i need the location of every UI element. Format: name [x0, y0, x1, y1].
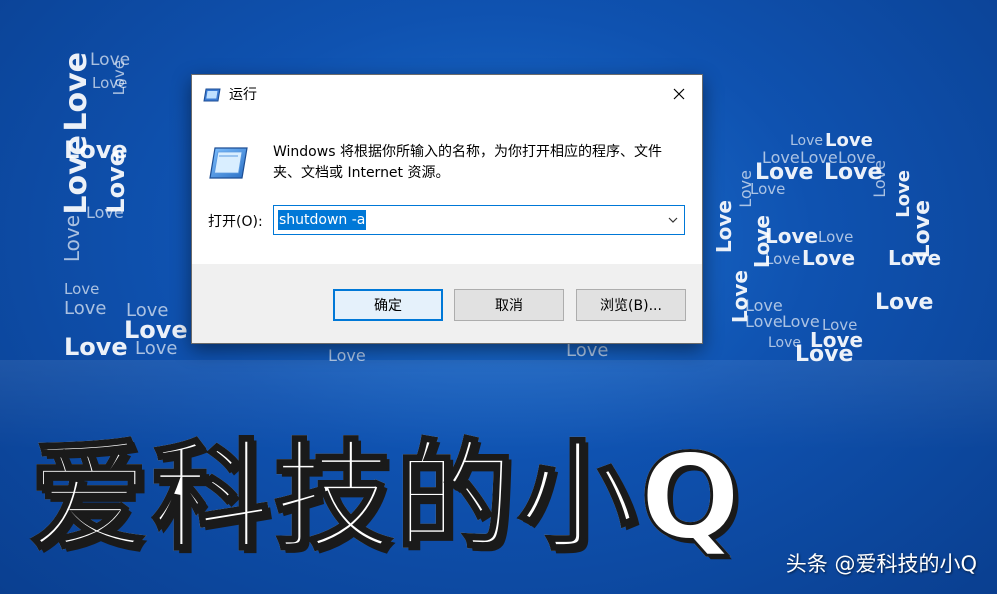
bg-love-word: Love [566, 340, 609, 361]
bg-love-word: Love [768, 335, 802, 351]
bg-love-word: Love [64, 280, 100, 298]
overlay-title-char: 小 [517, 428, 641, 566]
dialog-description: Windows 将根据你所输入的名称，为你打开相应的程序、文件夹、文档或 Int… [273, 144, 662, 181]
cancel-button[interactable]: 取消 [454, 289, 564, 321]
bg-love-word: Love [64, 333, 128, 361]
overlay-title-char: 爱 [28, 428, 153, 566]
bg-love-word: Love [870, 160, 889, 198]
bg-love-word: Love [802, 246, 856, 270]
bg-love-word: Love [736, 170, 755, 208]
run-app-icon [203, 87, 221, 101]
bg-love-word: Love [875, 290, 934, 315]
bg-love-word: Love [765, 224, 819, 248]
bg-love-word: Love [765, 250, 801, 268]
overlay-title-char: 科 [151, 428, 275, 566]
bg-love-word: Love [328, 346, 366, 365]
browse-button[interactable]: 浏览(B)... [576, 289, 686, 321]
title-bar[interactable]: 运行 [192, 75, 702, 112]
open-input[interactable]: shutdown -a [278, 210, 367, 230]
bg-love-word: Love [818, 228, 854, 246]
bg-love-word: Love [795, 342, 854, 367]
run-dialog: 运行 Windows 将根据你所输入的名称，为你打开相应的程序、文件夹、文档或 [191, 74, 703, 344]
run-icon [208, 146, 248, 180]
dialog-title: 运行 [229, 86, 257, 103]
bg-love-word: Love [60, 215, 84, 263]
ok-button[interactable]: 确定 [333, 289, 443, 321]
bg-love-word: Love [102, 150, 130, 214]
dialog-content: Windows 将根据你所输入的名称，为你打开相应的程序、文件夹、文档或 Int… [192, 112, 702, 264]
bg-love-word: Love [790, 133, 824, 149]
overlay-title-char: 的 [395, 428, 519, 566]
bg-love-word: Love [110, 60, 128, 96]
dropdown-button[interactable] [662, 206, 684, 234]
bg-love-word: Love [712, 200, 736, 254]
bg-love-word: Love [59, 52, 94, 132]
overlay-title-char: Q [639, 428, 745, 566]
close-icon [673, 88, 685, 99]
bg-love-word: Love [750, 180, 786, 198]
bg-love-word: Love [135, 338, 178, 359]
open-combobox[interactable]: shutdown -a [273, 205, 685, 235]
watermark: 头条 @爱科技的小Q [785, 552, 977, 576]
bg-love-word: Love [64, 298, 107, 319]
bg-love-word: Love [745, 312, 783, 331]
overlay-title: 爱科技的小Q [28, 437, 744, 558]
overlay-title-char: 技 [273, 428, 397, 566]
chevron-down-icon [668, 217, 678, 223]
close-button[interactable] [656, 75, 702, 112]
bg-love-word: Love [910, 200, 935, 259]
open-label: 打开(O): [208, 214, 263, 230]
